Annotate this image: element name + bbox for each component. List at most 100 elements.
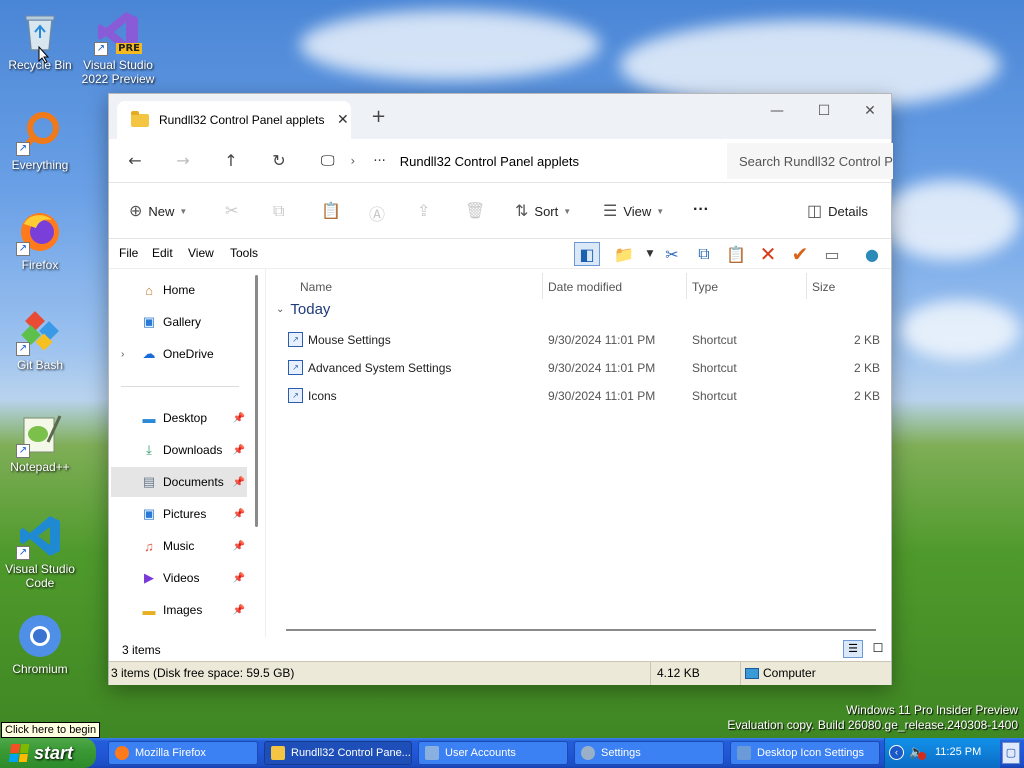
pin-icon[interactable]: 📌 [233,413,245,424]
rename-icon[interactable]: Ⓐ [369,201,385,225]
rename-field-icon[interactable]: ▭ [819,242,845,266]
nav-item-images[interactable]: ▬ Images 📌 [111,595,247,625]
chevron-left-icon[interactable]: ‹ [889,745,904,760]
paste-icon[interactable]: 📋 [321,201,341,220]
sort-button[interactable]: ⇅ Sort ▼ [515,201,571,221]
details-view-icon[interactable]: ☰ [843,640,863,658]
refresh-button[interactable]: ↻ [267,149,291,173]
status-size: 4.12 KB [655,662,741,685]
start-button[interactable]: start [0,738,96,768]
desktop-icon-firefox[interactable]: ↗ Firefox [0,208,80,272]
folder-check-icon[interactable]: 📁 [611,242,637,266]
nav-item-pictures[interactable]: ▣ Pictures 📌 [111,499,247,529]
table-row[interactable]: ↗ Advanced System Settings 9/30/2024 11:… [282,355,882,381]
cut-icon[interactable]: ✂ [225,201,238,220]
desktop-icon-chromium[interactable]: Chromium [0,612,80,676]
search-input[interactable]: Search Rundll32 Control Panel applets [727,143,893,179]
breadcrumb-current[interactable]: Rundll32 Control Panel applets [400,154,579,169]
large-icons-view-icon[interactable]: ☐ [869,640,887,658]
breadcrumb-more[interactable]: ··· [373,154,385,169]
address-bar-row: ← → ↑ ↻ 🖵 › ··· Rundll32 Control Panel a… [109,139,893,183]
minimize-button[interactable]: — [754,98,800,124]
document-icon: ▤ [142,474,156,489]
taskbar-item-settings[interactable]: Settings [574,741,724,765]
pin-icon[interactable]: 📌 [233,605,245,616]
column-header-name[interactable]: Name [300,275,332,299]
item-count: 3 items [122,643,161,657]
taskbar-item-explorer[interactable]: Rundll32 Control Pane... [264,741,412,765]
preview-badge: PRE [116,43,142,54]
copy-icon[interactable]: ⧉ [273,201,284,221]
cut-icon[interactable]: ✂ [659,242,685,266]
menu-bar: File Edit View Tools ◧ 📁 ▼ ✂ ⧉ 📋 ✕ ✔ ▭ ● [109,239,891,269]
pin-icon[interactable]: 📌 [233,573,245,584]
preview-pane-icon[interactable]: ◧ [574,242,600,266]
nav-item-videos[interactable]: ▶ Videos 📌 [111,563,247,593]
desktop-icon-visual-studio-2022-preview[interactable]: PRE ↗ Visual Studio 2022 Preview [78,8,158,86]
navigation-pane[interactable]: ⌂ Home ▣ Gallery › ☁ OneDrive ▬ Desktop … [109,269,259,637]
nav-item-music[interactable]: ♫ Music 📌 [111,531,247,561]
taskbar-item-user-accounts[interactable]: User Accounts [418,741,568,765]
nav-item-home[interactable]: ⌂ Home [111,275,247,305]
forward-button[interactable]: → [171,149,195,173]
copy-icon[interactable]: ⧉ [691,242,717,266]
pin-icon[interactable]: 📌 [233,541,245,552]
desktop-settings-icon [737,746,751,760]
table-row[interactable]: ↗ Icons 9/30/2024 11:01 PM Shortcut 2 KB [282,383,882,409]
chevron-down-icon[interactable]: ⌄ [276,304,284,315]
column-divider[interactable] [686,273,687,299]
menu-view[interactable]: View [188,246,214,260]
menu-tools[interactable]: Tools [230,246,258,260]
nav-separator [121,386,239,387]
checkmark-icon[interactable]: ✔ [787,242,813,266]
file-list[interactable]: Name Date modified Type Size ⌄ Today ↗ M… [265,269,891,637]
pin-icon[interactable]: 📌 [233,477,245,488]
new-tab-button[interactable]: + [371,106,386,127]
title-bar[interactable]: Rundll32 Control Panel applets ✕ + — ☐ ✕ [109,94,891,139]
details-pane-button[interactable]: ◫ Details [807,201,868,221]
explorer-tab[interactable]: Rundll32 Control Panel applets ✕ [117,101,351,139]
show-desktop-icon[interactable]: ▢ [1002,742,1020,764]
taskbar-item-desktop-icon-settings[interactable]: Desktop Icon Settings [730,741,880,765]
nav-item-documents[interactable]: ▤ Documents 📌 [111,467,247,497]
column-header-size[interactable]: Size [812,275,835,299]
chevron-right-icon[interactable]: › [121,349,124,360]
nav-item-desktop[interactable]: ▬ Desktop 📌 [111,403,247,433]
share-icon[interactable]: ⇪ [417,201,430,220]
horizontal-scrollbar[interactable] [286,629,876,631]
new-button[interactable]: ⊕ New ▼ [129,201,187,221]
menu-edit[interactable]: Edit [152,246,173,260]
delete-icon[interactable]: 🗑 [465,201,485,220]
delete-x-icon[interactable]: ✕ [755,242,781,266]
back-button[interactable]: ← [123,149,147,173]
file-explorer-window[interactable]: Rundll32 Control Panel applets ✕ + — ☐ ✕… [108,93,893,685]
maximize-button[interactable]: ☐ [801,98,847,124]
nav-item-downloads[interactable]: ⤓ Downloads 📌 [111,435,247,465]
clock[interactable]: 11:25 PM [935,746,981,758]
column-divider[interactable] [806,273,807,299]
column-header-date-modified[interactable]: Date modified [548,275,622,299]
sidebar-scrollbar[interactable] [255,275,258,527]
desktop-icon-visual-studio-code[interactable]: ↗ Visual Studio Code [0,512,80,590]
close-window-button[interactable]: ✕ [847,98,893,124]
paste-icon[interactable]: 📋 [723,242,749,266]
desktop-icon-notepad-plus-plus[interactable]: ↗ Notepad++ [0,410,80,474]
table-row[interactable]: ↗ Mouse Settings 9/30/2024 11:01 PM Shor… [282,327,882,353]
more-options-button[interactable]: ··· [693,201,709,219]
pin-icon[interactable]: 📌 [233,509,245,520]
close-tab-icon[interactable]: ✕ [337,112,349,128]
desktop-icon-everything[interactable]: ↗ Everything [0,108,80,172]
address-bar[interactable]: 🖵 › ··· Rundll32 Control Panel applets [309,143,719,179]
globe-icon[interactable]: ● [859,242,885,266]
pin-icon[interactable]: 📌 [233,445,245,456]
menu-file[interactable]: File [119,246,138,260]
taskbar-item-firefox[interactable]: Mozilla Firefox [108,741,258,765]
group-header-today[interactable]: ⌄ Today [276,301,330,318]
up-button[interactable]: ↑ [219,149,243,173]
nav-item-onedrive[interactable]: › ☁ OneDrive [111,339,247,369]
view-button[interactable]: ☰ View ▼ [603,201,664,221]
column-header-type[interactable]: Type [692,275,718,299]
nav-item-gallery[interactable]: ▣ Gallery [111,307,247,337]
desktop-icon-git-bash[interactable]: ↗ Git Bash [0,308,80,372]
column-divider[interactable] [542,273,543,299]
